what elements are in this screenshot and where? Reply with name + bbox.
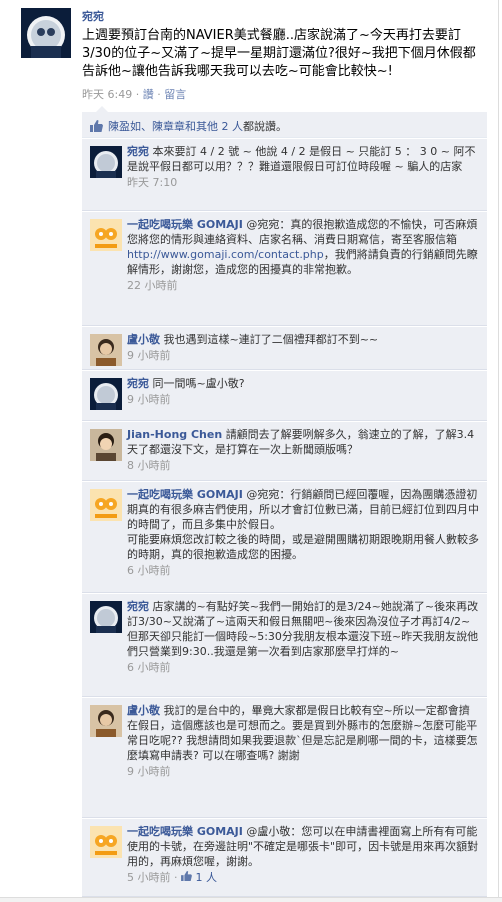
comment-body: 一起吃喝玩樂 GOMAJI @盧小敬：您可以在申請書裡面寫上所有有可能使用的卡號…: [127, 824, 479, 885]
comment-text: 我訂的是台中的，畢竟大家都是假日比較有空~所以一定都會擠在假日，這個應該也是可想…: [127, 704, 478, 762]
post-body: 宛宛 上週要預訂台南的NAVIER美式餐廳..店家說滿了~今天再打去要訂3/30…: [82, 8, 487, 102]
comment-text: 店家講的~有點好笑~我們一開始訂的是3/24~她說滿了~後來再改訂3/30~又說…: [127, 600, 479, 658]
comment: 宛宛 本來要訂 4 / 2 號 ~ 他說 4 / 2 是假日 ~ 只能訂 5 ：…: [82, 139, 487, 211]
author-avatar[interactable]: [21, 8, 71, 58]
comment: 一起吃喝玩樂 GOMAJI @盧小敬：您可以在申請書裡面寫上所有有可能使用的卡號…: [82, 819, 487, 897]
comment: 盧小敬 我訂的是台中的，畢竟大家都是假日比較有空~所以一定都會擠在假日，這個應該…: [82, 698, 487, 818]
commenter-avatar[interactable]: [90, 334, 122, 366]
comment-meta: 5 小時前 · 1 人: [127, 870, 479, 885]
commenter-avatar[interactable]: [90, 705, 122, 737]
meta-separator: ·: [135, 88, 140, 101]
comment: 盧小敬 我也遇到這樣~連訂了二個禮拜都訂不到~~ 9 小時前: [82, 327, 487, 370]
commenter-avatar[interactable]: [90, 489, 122, 521]
comment-timestamp[interactable]: 9 小時前: [127, 764, 479, 779]
comment: 一起吃喝玩樂 GOMAJI @宛宛：真的很抱歉造成您的不愉快，可否麻煩您將您的情…: [82, 212, 487, 326]
meta-separator: ·: [174, 871, 178, 884]
comment-author[interactable]: 宛宛: [127, 377, 149, 390]
comment-text: 本來要訂 4 / 2 號 ~ 他說 4 / 2 是假日 ~ 只能訂 5 ： 3 …: [127, 145, 476, 173]
comment-author[interactable]: 一起吃喝玩樂 GOMAJI: [127, 488, 243, 501]
comment-body: 一起吃喝玩樂 GOMAJI @宛宛：真的很抱歉造成您的不愉快，可否麻煩您將您的情…: [127, 217, 479, 293]
comment-body: 盧小敬 我訂的是台中的，畢竟大家都是假日比較有空~所以一定都會擠在假日，這個應該…: [127, 703, 479, 779]
likes-suffix: 都說讚。: [243, 120, 287, 133]
comment-timestamp[interactable]: 6 小時前: [127, 660, 479, 675]
post-timestamp[interactable]: 昨天 6:49: [82, 88, 132, 101]
comment-body: 宛宛 店家講的~有點好笑~我們一開始訂的是3/24~她說滿了~後來再改訂3/30…: [127, 599, 479, 675]
meta-separator: ·: [157, 88, 161, 101]
likers-names[interactable]: 陳盈如、陳章章和其他 2 人: [108, 120, 243, 133]
commenter-avatar[interactable]: [90, 378, 122, 410]
comment-timestamp[interactable]: 8 小時前: [127, 458, 479, 473]
comment-timestamp[interactable]: 5 小時前: [127, 871, 171, 884]
post-author-name[interactable]: 宛宛: [82, 8, 487, 24]
commenter-avatar[interactable]: [90, 601, 122, 633]
comment-body: 盧小敬 我也遇到這樣~連訂了二個禮拜都訂不到~~ 9 小時前: [127, 332, 479, 363]
page-edge: [498, 0, 502, 902]
comment-timestamp[interactable]: 9 小時前: [127, 348, 479, 363]
comment-link[interactable]: 留言: [164, 88, 186, 101]
comment: 宛宛 店家講的~有點好笑~我們一開始訂的是3/24~她說滿了~後來再改訂3/30…: [82, 594, 487, 697]
post-text: 上週要預訂台南的NAVIER美式餐廳..店家說滿了~今天再打去要訂3/30的位子…: [82, 28, 476, 79]
comment-body: Jian-Hong Chen 請顧問去了解要咧解多久，翁速立的了解，了解3.4天…: [127, 427, 479, 473]
comment-author[interactable]: 宛宛: [127, 600, 149, 613]
comment-body: 宛宛 同一間嗎~盧小敬? 9 小時前: [127, 376, 479, 407]
comment-text: 同一間嗎~盧小敬?: [152, 377, 245, 390]
comment-timestamp[interactable]: 6 小時前: [127, 563, 479, 578]
comment: Jian-Hong Chen 請顧問去了解要咧解多久，翁速立的了解，了解3.4天…: [82, 422, 487, 481]
comment-timestamp[interactable]: 昨天 7:10: [127, 175, 479, 190]
likes-sentence: 陳盈如、陳章章和其他 2 人都說讚。: [82, 112, 487, 138]
comment-body: 一起吃喝玩樂 GOMAJI @宛宛：行銷顧問已經回覆喔，因為團購憑證初期真的有很…: [127, 487, 479, 578]
like-link[interactable]: 讚: [143, 88, 154, 101]
page-bottom-edge: [0, 897, 502, 902]
comment-author[interactable]: 盧小敬: [127, 704, 160, 717]
comment-like-count[interactable]: 1 人: [196, 871, 218, 884]
comment-author[interactable]: 宛宛: [127, 145, 149, 158]
commenter-avatar[interactable]: [90, 146, 122, 178]
comment-link[interactable]: http://www.gomaji.com/contact.php: [127, 248, 324, 261]
comment-author[interactable]: 一起吃喝玩樂 GOMAJI: [127, 825, 243, 838]
comment: 一起吃喝玩樂 GOMAJI @宛宛：行銷顧問已經回覆喔，因為團購憑證初期真的有很…: [82, 482, 487, 593]
comment: 宛宛 同一間嗎~盧小敬? 9 小時前: [82, 371, 487, 421]
commenter-avatar[interactable]: [90, 429, 122, 461]
comment-timestamp[interactable]: 22 小時前: [127, 278, 479, 293]
post-meta: 昨天 6:49 · 讚 · 留言: [82, 86, 487, 102]
comment-text: 我也遇到這樣~連訂了二個禮拜都訂不到~~: [163, 333, 379, 346]
thumbs-up-icon: [181, 871, 192, 884]
commenter-avatar[interactable]: [90, 219, 122, 251]
commenter-avatar[interactable]: [90, 826, 122, 858]
thumbs-up-icon: [90, 120, 103, 132]
comment-author[interactable]: 一起吃喝玩樂 GOMAJI: [127, 218, 243, 231]
comment-author[interactable]: 盧小敬: [127, 333, 160, 346]
comment-body: 宛宛 本來要訂 4 / 2 號 ~ 他說 4 / 2 是假日 ~ 只能訂 5 ：…: [127, 144, 479, 190]
comment-timestamp[interactable]: 9 小時前: [127, 392, 479, 407]
comment-author[interactable]: Jian-Hong Chen: [127, 428, 222, 441]
